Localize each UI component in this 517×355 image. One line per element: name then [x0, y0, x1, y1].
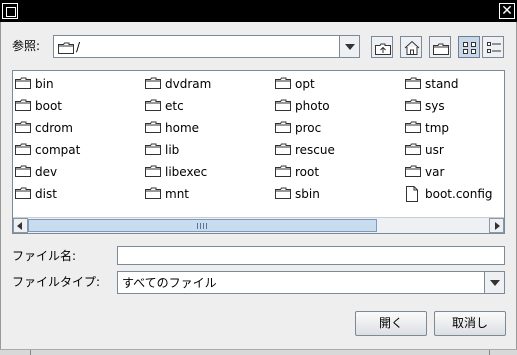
file-type-combo[interactable]: すべてのファイル [117, 271, 505, 294]
folder-icon [145, 77, 161, 89]
folder-icon [58, 42, 74, 54]
file-item-label: rescue [295, 143, 335, 157]
scroll-left-icon[interactable] [13, 218, 28, 233]
file-item-label: dvdram [165, 77, 212, 91]
grip-icon [197, 223, 207, 229]
file-icon [406, 186, 418, 202]
chevron-down-icon[interactable] [484, 272, 504, 293]
folder-icon [275, 143, 291, 155]
title-bar: ✕ [0, 0, 517, 22]
look-in-combo[interactable]: / [53, 35, 360, 58]
chevron-down-icon[interactable] [339, 36, 359, 57]
close-icon[interactable]: ✕ [499, 3, 515, 19]
file-item-label: dev [35, 165, 58, 179]
file-item-label: cdrom [35, 121, 73, 135]
folder-icon [145, 165, 161, 177]
file-item-label: root [295, 165, 320, 179]
folder-icon [405, 143, 421, 155]
folder-icon [15, 187, 31, 199]
file-name-input[interactable] [117, 246, 505, 265]
folder-icon [15, 77, 31, 89]
folder-icon [275, 121, 291, 133]
file-name-label: ファイル名: [12, 249, 77, 263]
file-item-label: dist [35, 187, 57, 201]
file-item-label: compat [35, 143, 81, 157]
file-item-label: mnt [165, 187, 189, 201]
look-in-label: 参照: [12, 39, 41, 53]
folder-icon [145, 143, 161, 155]
file-item-label: sbin [295, 187, 320, 201]
scroll-right-icon[interactable] [489, 218, 504, 233]
list-view-icon [463, 42, 476, 54]
new-folder-icon [433, 43, 449, 55]
home-button[interactable] [400, 36, 422, 58]
file-item-label: bin [35, 77, 54, 91]
open-button[interactable]: 開く [355, 311, 427, 336]
file-item-label: libexec [165, 165, 208, 179]
folder-icon [275, 99, 291, 111]
file-type-value: すべてのファイル [122, 276, 217, 290]
details-view-icon [487, 42, 501, 53]
window-bottom-edge [0, 349, 517, 355]
file-item-label: photo [295, 99, 330, 113]
folder-icon [15, 99, 31, 111]
file-item-label: tmp [425, 121, 450, 135]
scrollbar-thumb[interactable] [28, 219, 377, 232]
folder-icon [275, 165, 291, 177]
file-item-label: sys [425, 99, 445, 113]
folder-icon [275, 77, 291, 89]
file-list[interactable]: bin boot cdrom compat dev dist dvdram etc home li… [12, 70, 505, 234]
folder-icon [405, 99, 421, 111]
folder-icon [275, 187, 291, 199]
folder-icon [405, 121, 421, 133]
file-item-label: proc [295, 121, 322, 135]
up-folder-button[interactable] [371, 36, 393, 58]
new-folder-button[interactable] [429, 36, 451, 58]
folder-icon [405, 165, 421, 177]
file-item-label: var [425, 165, 445, 179]
folder-icon [15, 143, 31, 155]
horizontal-scrollbar[interactable] [13, 217, 504, 233]
folder-icon [15, 121, 31, 133]
file-item-label: lib [165, 143, 180, 157]
folder-icon [15, 165, 31, 177]
window-menu-icon[interactable] [2, 3, 18, 19]
look-in-value: / [76, 40, 81, 54]
details-view-button[interactable] [482, 36, 504, 58]
folder-icon [145, 121, 161, 133]
folder-icon [405, 77, 421, 89]
folder-icon [145, 99, 161, 111]
file-item-label: etc [165, 99, 184, 113]
file-type-label: ファイルタイプ: [12, 275, 101, 289]
up-folder-icon [375, 43, 391, 55]
file-item-label: usr [425, 143, 444, 157]
file-item-label: stand [425, 77, 459, 91]
file-item-label: opt [295, 77, 315, 91]
file-item-label: boot [35, 99, 63, 113]
list-view-button[interactable] [458, 36, 480, 58]
cancel-button[interactable]: 取消し [434, 311, 506, 336]
home-icon [404, 40, 420, 55]
file-item-label: boot.config [425, 187, 493, 201]
file-item-label: home [165, 121, 200, 135]
folder-icon [145, 187, 161, 199]
